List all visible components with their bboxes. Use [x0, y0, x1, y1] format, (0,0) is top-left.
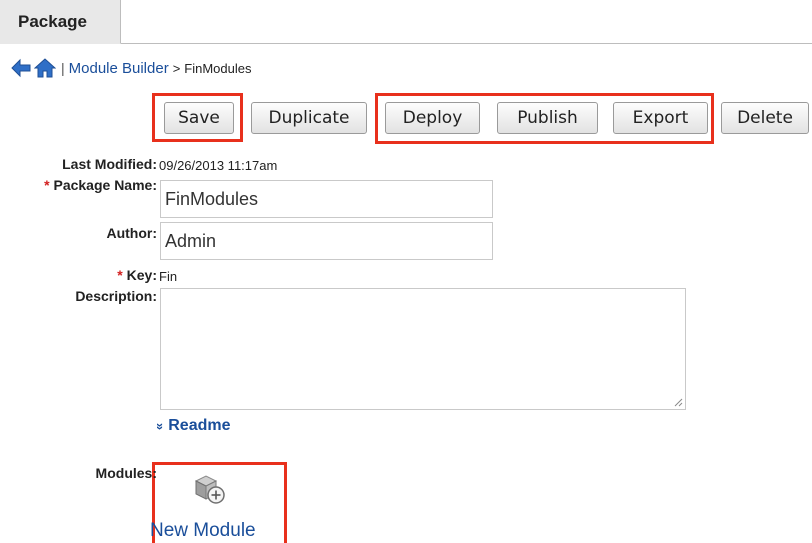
author-input[interactable]: Admin — [160, 222, 493, 260]
duplicate-button[interactable]: Duplicate — [251, 102, 367, 134]
publish-button[interactable]: Publish — [497, 102, 598, 134]
breadcrumb-module-builder-link[interactable]: Module Builder — [69, 60, 169, 77]
description-label: Description: — [75, 288, 157, 304]
author-value: Admin — [165, 230, 217, 251]
export-button[interactable]: Export — [613, 102, 708, 134]
new-module-icon[interactable] — [192, 472, 226, 506]
readme-label: Readme — [168, 417, 231, 434]
deploy-button[interactable]: Deploy — [385, 102, 480, 134]
required-marker: * — [117, 267, 123, 283]
chevron-down-icon: » — [153, 422, 169, 430]
modules-label: Modules: — [95, 465, 157, 481]
breadcrumb-arrow: > — [172, 60, 181, 76]
tab-bar: Package — [0, 0, 812, 44]
save-button[interactable]: Save — [164, 102, 234, 134]
package-name-label-text: Package Name: — [53, 177, 157, 193]
delete-button[interactable]: Delete — [721, 102, 809, 134]
required-marker: * — [44, 177, 50, 193]
key-label-text: Key: — [126, 267, 157, 283]
package-name-label: * Package Name: — [10, 177, 157, 193]
key-value: Fin — [159, 269, 178, 284]
last-modified-label: Last Modified: — [62, 156, 157, 172]
back-arrow-icon[interactable] — [10, 58, 32, 78]
new-module-link[interactable]: New Module — [150, 520, 256, 542]
tab-package[interactable]: Package — [0, 0, 121, 44]
home-icon[interactable] — [34, 57, 56, 79]
breadcrumb-current: FinModules — [184, 60, 252, 76]
package-name-value: FinModules — [165, 188, 259, 209]
key-label: * Key: — [20, 267, 157, 283]
tab-package-label: Package — [18, 12, 87, 31]
breadcrumb: | Module Builder > FinModules — [10, 56, 252, 80]
resize-handle-icon[interactable] — [673, 397, 683, 407]
author-label: Author: — [106, 225, 157, 241]
package-name-input[interactable]: FinModules — [160, 180, 493, 218]
breadcrumb-separator: | — [61, 60, 65, 76]
description-textarea[interactable] — [160, 288, 686, 410]
readme-toggle[interactable]: » Readme — [153, 417, 231, 435]
last-modified-value: 09/26/2013 11:17am — [159, 158, 278, 173]
